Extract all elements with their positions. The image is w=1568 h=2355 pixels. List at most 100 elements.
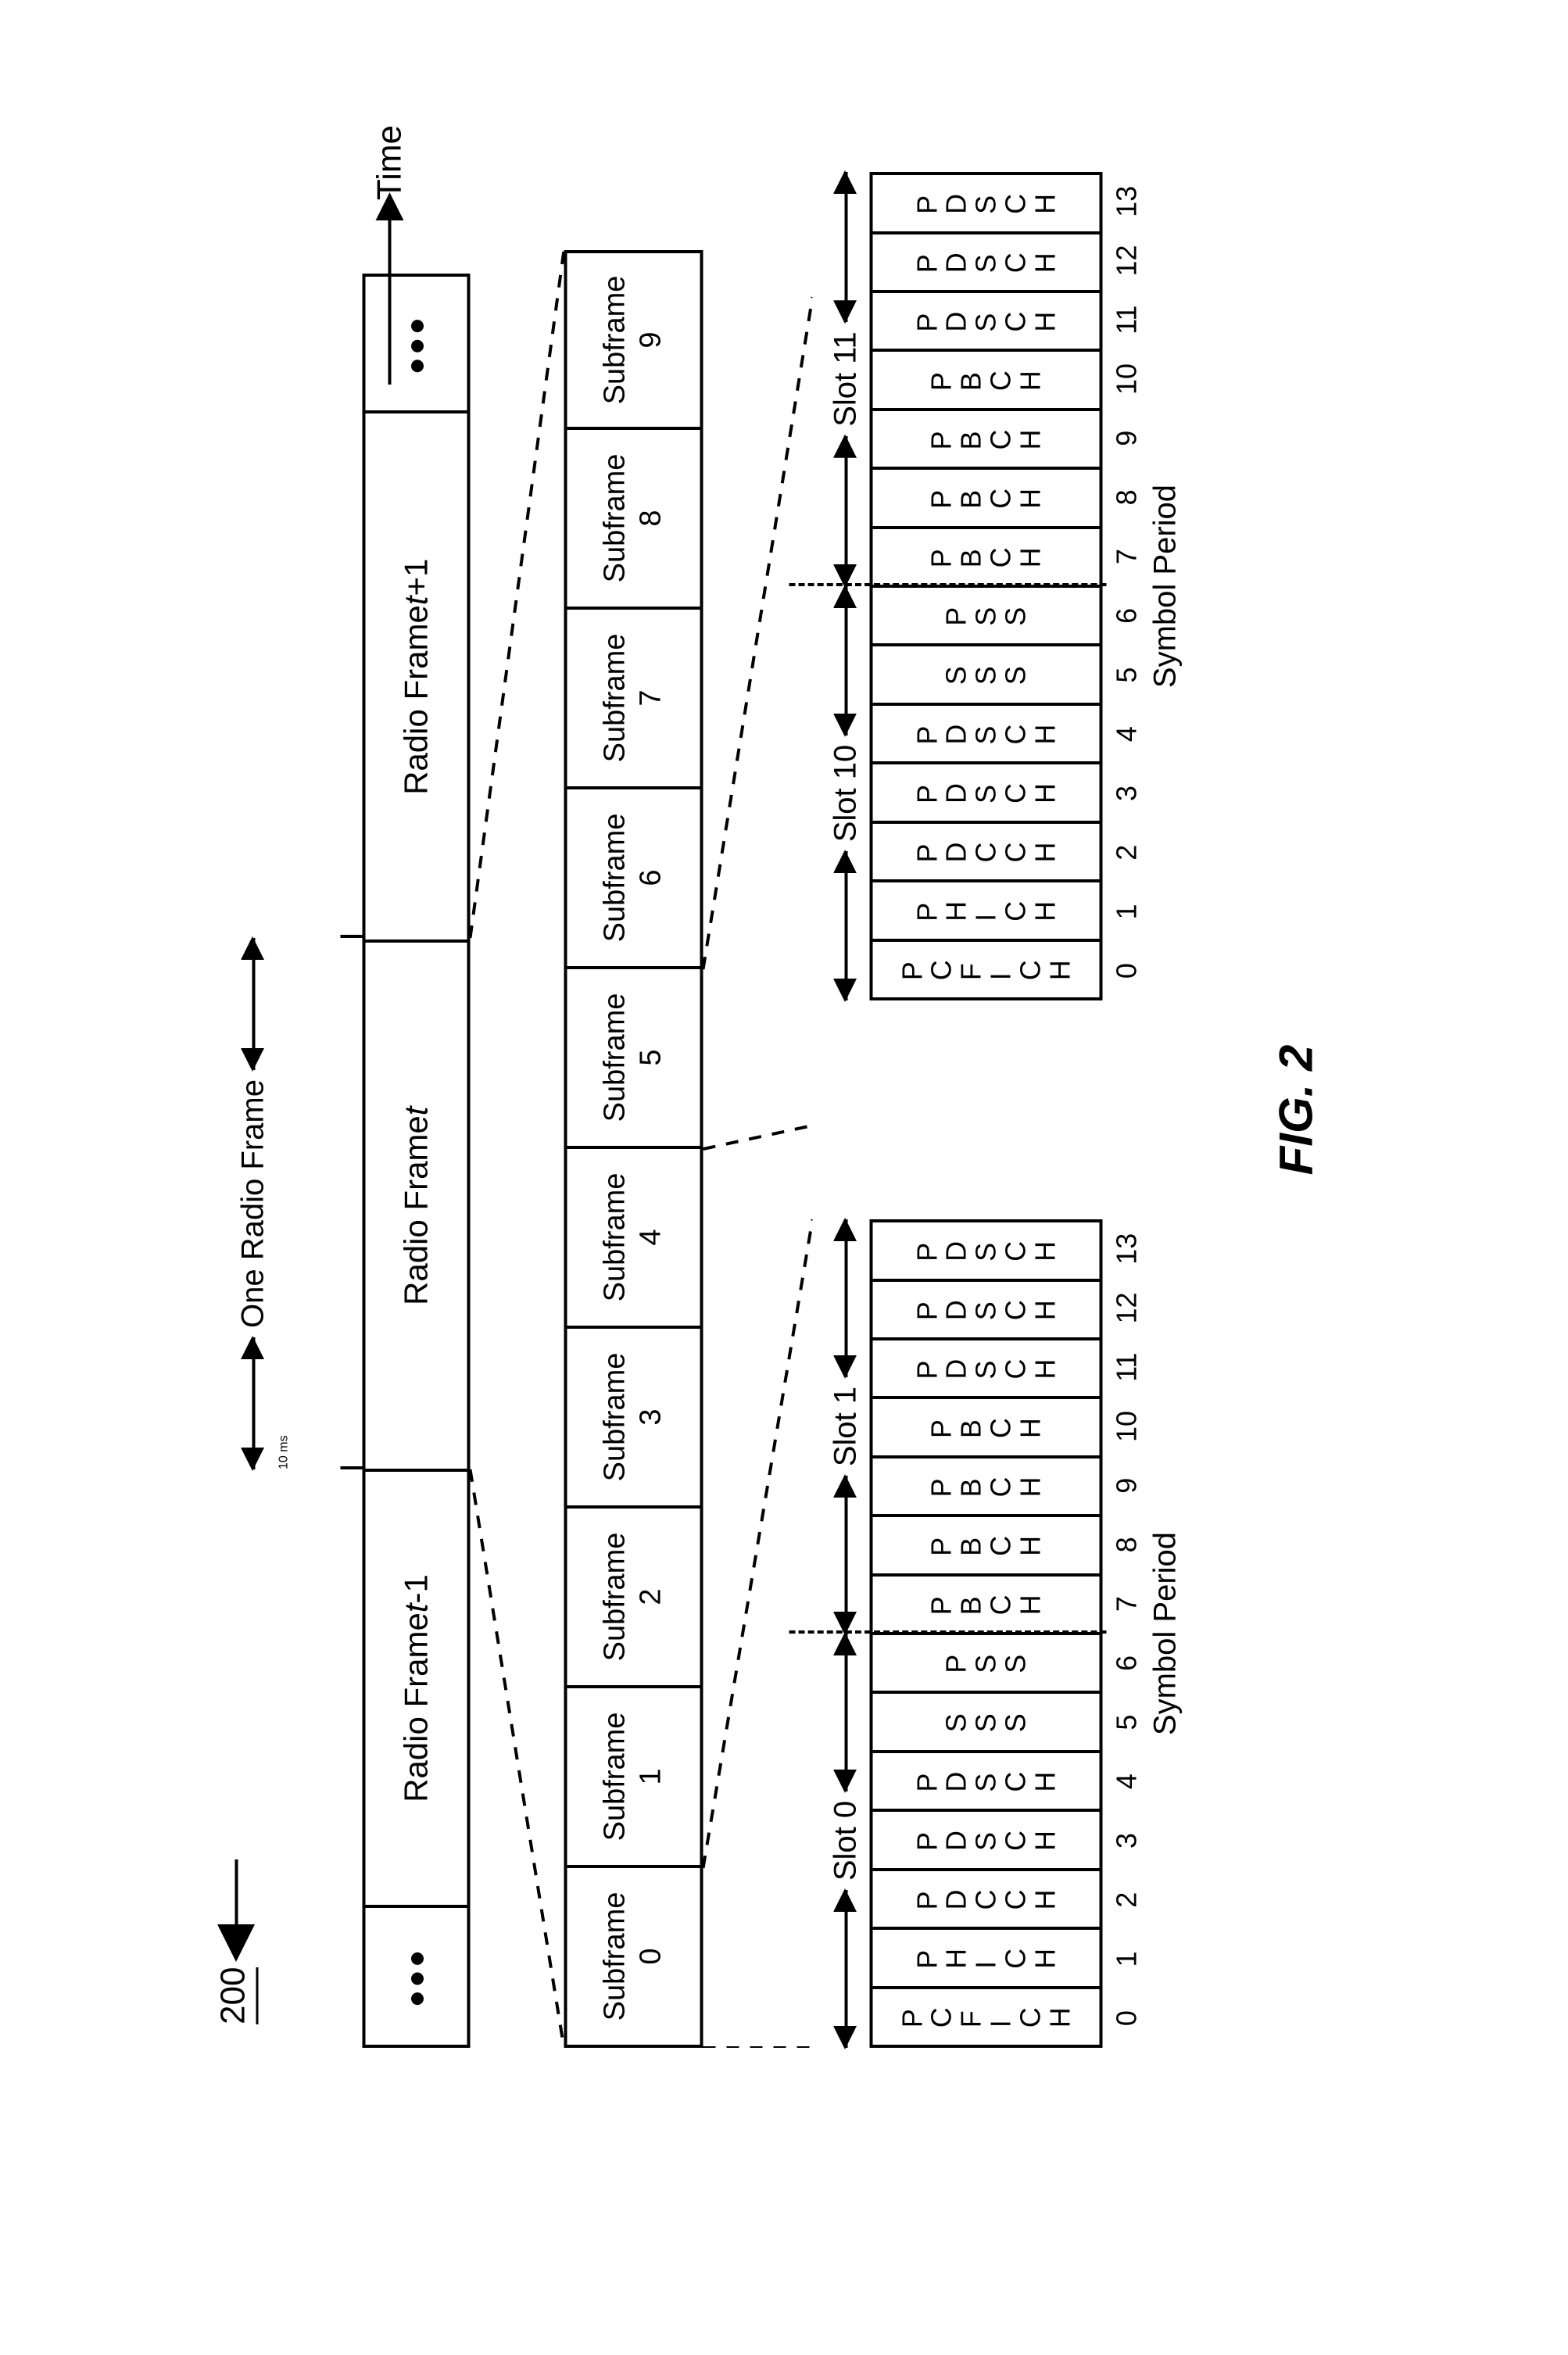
symbol-channel: SSS [942,664,1030,685]
slot-label: Slot 10 [829,745,864,843]
ellipsis-right: ••• [366,274,467,413]
symbol-channel: PBCH [927,1476,1045,1498]
symbol-index: 5 [1103,646,1144,705]
figure-id-callout: 200 [214,1859,259,2024]
symbol-index: 1 [1103,882,1144,942]
symbol-channel: PCFICH [897,958,1075,980]
symbol-index: 6 [1103,1634,1144,1693]
subframe-label: Subframe5 [598,993,669,1122]
symbol-index: 12 [1103,231,1144,291]
symbol-index: 3 [1103,764,1144,823]
tick-icon [341,935,366,938]
symbol-index: 11 [1103,290,1144,349]
symbol-channel: PDSCH [912,251,1060,273]
subframe-label: Subframe7 [598,634,669,763]
slot-divider-icon [789,1630,1107,1634]
subframe-cell: Subframe0 [567,1868,700,2048]
arrowbar-icon [844,1634,847,1791]
symbol-row: PCFICH PHICH PDCCH PDSCH PDSCH SSS PSS P… [870,172,1103,1000]
symbol-channel: PHICH [912,900,1060,922]
rf-var: t [398,1107,435,1116]
subframe-label: Subframe1 [598,1713,669,1841]
symbol-channel: PDSCH [912,782,1060,803]
right-arrowbar-icon [252,938,255,1070]
symbol-cell: SSS [873,1694,1100,1752]
subframe-label: Subframe0 [598,1892,669,2021]
symbol-index: 9 [1103,409,1144,468]
symbol-index: 6 [1103,586,1144,646]
rf-prefix: Radio Frame [398,1115,435,1305]
dashed-lines-icon [471,250,564,2048]
symbol-cell: PCFICH [873,942,1100,997]
radio-frame-cell: Radio Frame t [366,943,467,1472]
arrowbar-icon [844,1219,847,1377]
symbol-channel: PBCH [927,369,1045,391]
figure: 200 One Radio Frame 10 ms Time [199,78,1370,2189]
symbol-cell: PBCH [873,1399,1100,1458]
rf-suffix: +1 [398,559,435,596]
subframe-cell: Subframe7 [567,610,700,789]
symbol-cell: PDCCH [873,1871,1100,1930]
symbol-cell: PBCH [873,1517,1100,1576]
subframe-cell: Subframe4 [567,1149,700,1329]
symbol-channel: PDSCH [912,1770,1060,1792]
subframe-cell: Subframe3 [567,1329,700,1509]
symbol-cell: PDSCH [873,1222,1100,1281]
subframe-label: Subframe3 [598,1353,669,1482]
symbol-cell: PHICH [873,882,1100,941]
symbol-index: 1 [1103,1930,1144,1989]
symbol-cell: PDSCH [873,175,1100,234]
symbol-channel: PBCH [927,1593,1045,1615]
symbol-index: 7 [1103,1574,1144,1634]
symbol-cell: PDSCH [873,1753,1100,1812]
symbol-cell: PDSCH [873,764,1100,823]
one-radio-frame-label: One Radio Frame [236,1079,271,1328]
symbol-cell: PDSCH [873,234,1100,293]
symbol-period-label: Symbol Period [1148,1219,1183,2048]
dashed-lines-icon [703,250,813,2048]
symbol-channel: PSS [942,1653,1030,1673]
left-arrowbar-icon [252,1337,255,1469]
symbol-row: PCFICH PHICH PDCCH PDSCH PDSCH SSS PSS P… [870,1219,1103,2048]
symbol-channel: PCFICH [897,2006,1075,2028]
symbol-cell: PBCH [873,1577,1100,1635]
ellipsis-left: ••• [366,1908,467,2048]
symbol-cell: PDSCH [873,706,1100,764]
arrowbar-icon [844,851,847,1000]
symbol-period-label: Symbol Period [1148,172,1183,1000]
arrowbar-icon [844,586,847,735]
symbol-index: 13 [1103,1219,1144,1279]
symbol-cell: PDSCH [873,1282,1100,1340]
symbol-index: 4 [1103,1752,1144,1811]
symbol-channel: PBCH [927,1416,1045,1438]
slot-dims-left: Slot 0 Slot 1 [829,1219,870,2048]
one-radio-frame-duration: 10 ms [277,938,292,1469]
arrowbar-icon [844,436,847,586]
slot-label: Slot 11 [829,331,864,427]
symbol-cell: PSS [873,1635,1100,1694]
subframe-cell: Subframe2 [567,1509,700,1688]
subframe-label: Subframe2 [598,1533,669,1662]
symbol-cell: PBCH [873,352,1100,410]
subframe-cell: Subframe1 [567,1688,700,1868]
arrowbar-icon [844,172,847,322]
symbol-index: 12 [1103,1279,1144,1338]
symbol-cell: PDCCH [873,824,1100,882]
symbol-index: 5 [1103,1693,1144,1752]
symbol-cell: PDSCH [873,293,1100,352]
tick-icon [341,1466,366,1469]
symbol-cell: PSS [873,588,1100,646]
rf-suffix: -1 [398,1574,435,1603]
time-label: Time [371,125,410,200]
rf-var: t [398,1603,435,1612]
callout-arrow-icon [234,1859,238,1953]
subframe-label: Subframe6 [598,814,669,943]
symbol-cell: PCFICH [873,1989,1100,2045]
symbol-channel: PHICH [912,1947,1060,1969]
symbol-cell: PBCH [873,529,1100,588]
symbol-index: 2 [1103,823,1144,882]
symbol-index: 3 [1103,1811,1144,1870]
symbol-index-row: 0 1 2 3 4 5 6 7 8 9 10 11 12 13 [1103,172,1144,1000]
subframe-cell: Subframe5 [567,969,700,1149]
arrowbar-icon [844,1890,847,2048]
